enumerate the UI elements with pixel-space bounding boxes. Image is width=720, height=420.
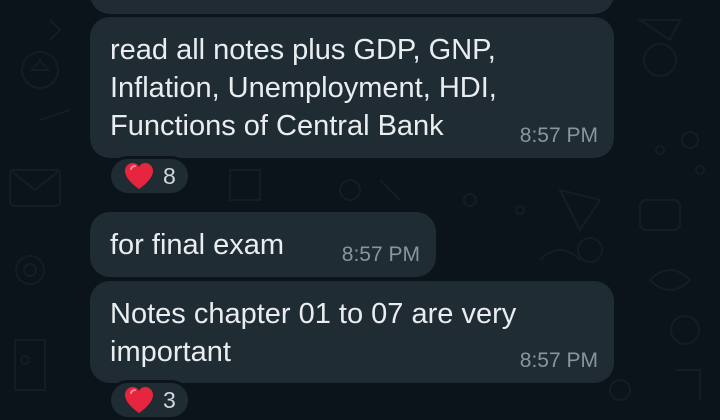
message-reaction[interactable]: 3 xyxy=(108,380,191,420)
message-bubble[interactable]: read all notes plus GDP, GNP, Inflation,… xyxy=(90,17,614,158)
message-reaction[interactable]: 8 xyxy=(108,156,191,196)
message-bubble[interactable]: Notes chapter 01 to 07 are very importan… xyxy=(90,281,614,383)
message-timestamp: 8:57 PM xyxy=(519,349,598,372)
message-timestamp: 8:57 PM xyxy=(341,243,420,266)
reaction-count: 3 xyxy=(163,386,176,413)
previous-message-bubble[interactable] xyxy=(90,0,614,14)
heart-icon xyxy=(125,163,153,189)
reaction-count: 8 xyxy=(163,162,176,189)
message-timestamp: 8:57 PM xyxy=(519,124,598,147)
message-bubble[interactable]: for final exam 8:57 PM xyxy=(90,212,436,277)
heart-icon xyxy=(125,387,153,413)
